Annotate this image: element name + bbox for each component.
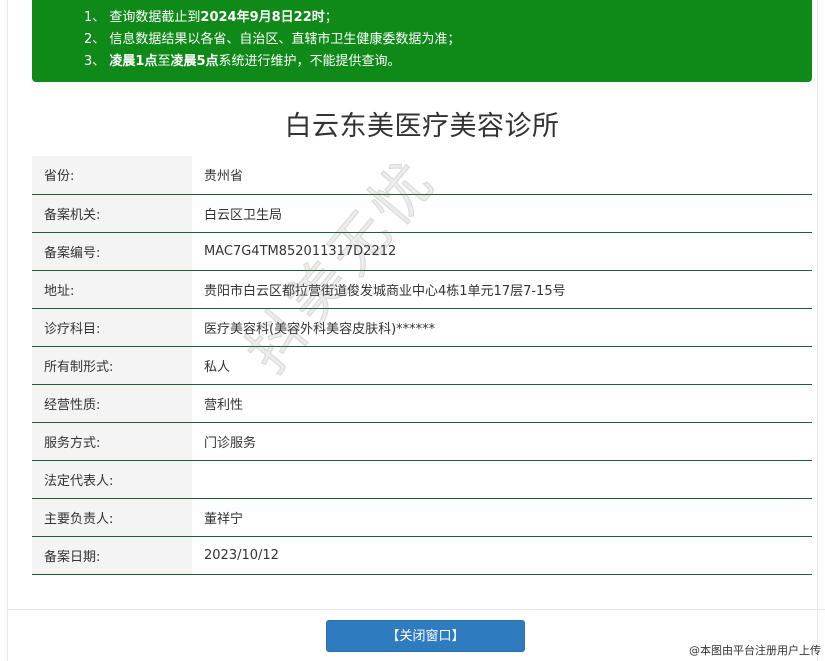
row-value: 医疗美容科(美容外科美容皮肤科)****** <box>192 308 812 347</box>
row-value: 2023/10/12 <box>192 536 812 575</box>
close-window-button[interactable]: 【关闭窗口】 <box>326 620 525 652</box>
row-value: 白云区卫生局 <box>192 194 812 233</box>
row-value <box>192 460 812 499</box>
notice-line-1: 1、 查询数据截止到2024年9月8日22时； <box>84 10 338 25</box>
row-label: 备案日期: <box>32 536 192 575</box>
row-value: 门诊服务 <box>192 422 812 461</box>
table-row-filing-authority: 备案机关: 白云区卫生局 <box>32 194 812 233</box>
row-value: MAC7G4TM852011317D2212 <box>192 232 812 271</box>
row-label: 省份: <box>32 156 192 195</box>
upload-credit: @本图由平台注册用户上传 <box>689 644 821 657</box>
row-value: 贵阳市白云区都拉营街道俊发城商业中心4栋1单元17层7-15号 <box>192 270 812 309</box>
table-row-filing-number: 备案编号: MAC7G4TM852011317D2212 <box>32 232 812 271</box>
table-row-service-mode: 服务方式: 门诊服务 <box>32 422 812 461</box>
table-row-ownership: 所有制形式: 私人 <box>32 346 812 385</box>
row-label: 备案机关: <box>32 194 192 233</box>
row-label: 诊疗科目: <box>32 308 192 347</box>
notice-line-2: 2、 信息数据结果以各省、自治区、直辖市卫生健康委数据为准； <box>84 32 461 47</box>
row-label: 法定代表人: <box>32 460 192 499</box>
table-row-filing-date: 备案日期: 2023/10/12 <box>32 536 812 575</box>
row-value: 营利性 <box>192 384 812 423</box>
table-row-address: 地址: 贵阳市白云区都拉营街道俊发城商业中心4栋1单元17层7-15号 <box>32 270 812 309</box>
table-row-province: 省份: 贵州省 <box>32 156 812 195</box>
row-label: 所有制形式: <box>32 346 192 385</box>
row-value: 董祥宁 <box>192 498 812 537</box>
row-label: 服务方式: <box>32 422 192 461</box>
table-row-principal: 主要负责人: 董祥宁 <box>32 498 812 537</box>
row-label: 经营性质: <box>32 384 192 423</box>
row-value: 私人 <box>192 346 812 385</box>
record-table: 省份: 贵州省 备案机关: 白云区卫生局 备案编号: MAC7G4TM85201… <box>32 156 812 575</box>
row-label: 备案编号: <box>32 232 192 271</box>
row-label: 地址: <box>32 270 192 309</box>
footer-divider <box>7 609 825 610</box>
table-row-business-nature: 经营性质: 营利性 <box>32 384 812 423</box>
table-row-departments: 诊疗科目: 医疗美容科(美容外科美容皮肤科)****** <box>32 308 812 347</box>
clinic-title: 白云东美医疗美容诊所 <box>284 111 560 142</box>
table-row-legal-representative: 法定代表人: <box>32 460 812 499</box>
notice-banner: 1、 查询数据截止到2024年9月8日22时； 2、 信息数据结果以各省、自治区… <box>32 0 812 82</box>
notice-line-3: 3、 凌晨1点至凌晨5点系统进行维护，不能提供查询。 <box>84 54 401 69</box>
row-value: 贵州省 <box>192 156 812 195</box>
row-label: 主要负责人: <box>32 498 192 537</box>
